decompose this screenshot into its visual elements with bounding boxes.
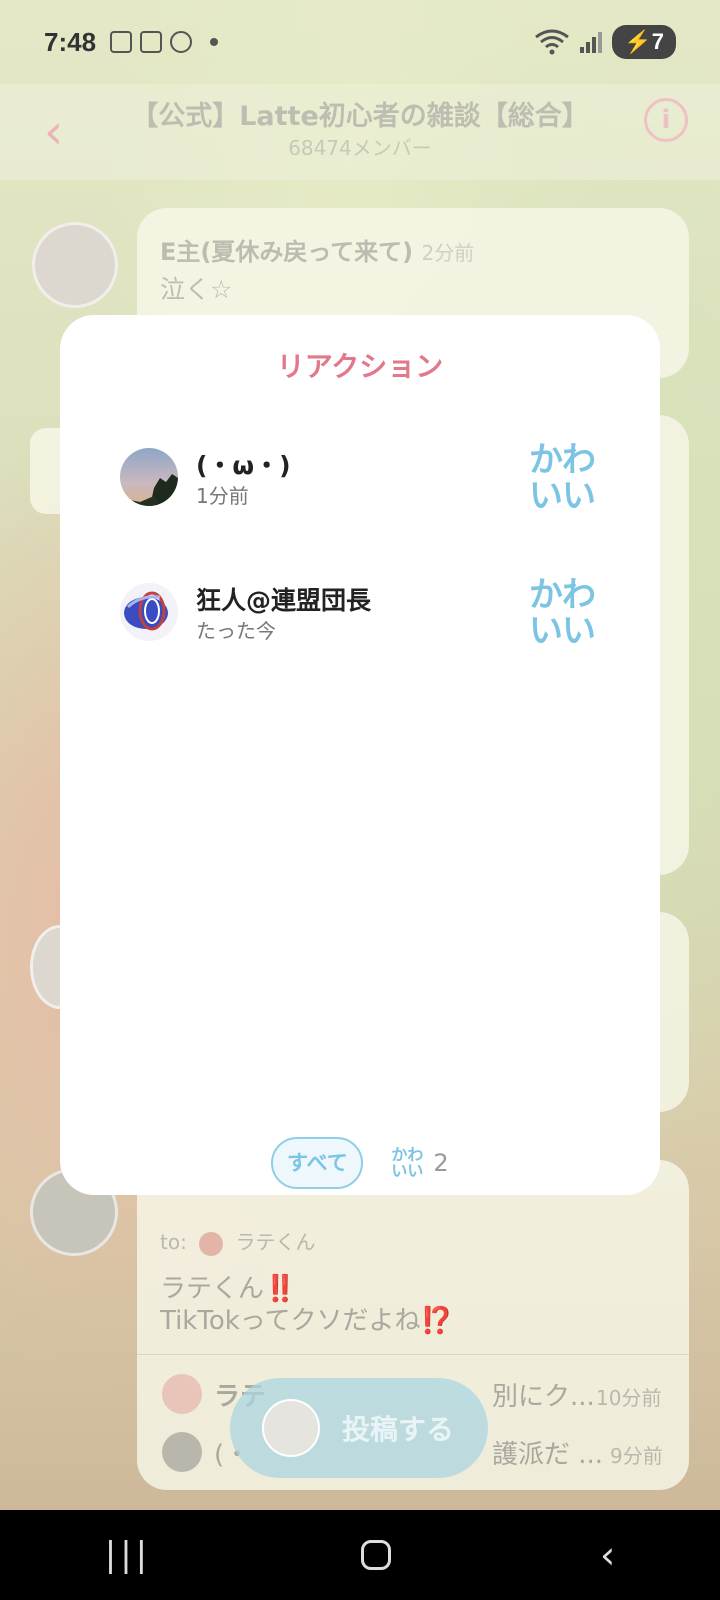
reaction-time: 1分前 xyxy=(196,484,249,508)
message-author: E主(夏休み戻って来て) 2分前 xyxy=(160,232,474,267)
message-text: 泣く☆ xyxy=(160,275,233,304)
badge-line-1: かわ xyxy=(529,575,596,615)
reply-to: to: ラテくん xyxy=(160,1226,316,1256)
post-button-label: 投稿する xyxy=(342,1413,455,1446)
message-time: 2分前 xyxy=(421,241,475,265)
badge-line-2: いい xyxy=(529,611,596,651)
post-button[interactable]: 投稿する xyxy=(230,1378,488,1478)
dot-icon xyxy=(210,38,219,46)
reaction-time: たった今 xyxy=(196,619,276,643)
wifi-icon xyxy=(535,29,570,55)
status-bar: 7:48 ⚡7 xyxy=(0,0,720,84)
divider xyxy=(137,1354,689,1355)
system-nav-bar: ||| ‹ xyxy=(0,1510,720,1600)
screenshot-icon xyxy=(110,31,133,53)
chat-header: ‹ 【公式】Latte初心者の雑談【総合】 68474メンバー i xyxy=(0,84,720,180)
post-avatar xyxy=(262,1399,320,1457)
tab-kawaii[interactable]: かわ いい 2 xyxy=(389,1147,448,1179)
badge-line-2: いい xyxy=(529,476,596,516)
member-count: 68474メンバー xyxy=(288,136,432,160)
message-author-name: E主(夏休み戻って来て) xyxy=(160,238,414,266)
reaction-filter-tabs: すべて かわ いい 2 xyxy=(60,1137,660,1189)
modal-title: リアクション xyxy=(276,350,444,383)
reaction-row[interactable]: (・ω・) 1分前 かわ いい xyxy=(120,442,600,520)
home-button[interactable] xyxy=(360,1540,391,1570)
thread-avatar xyxy=(162,1432,202,1472)
reaction-modal: リアクション (・ω・) 1分前 かわ いい 狂人@連盟団長 たった今 かわ い… xyxy=(60,315,660,1195)
battery-level: 7 xyxy=(651,29,664,54)
kawaii-reaction-badge: かわ いい xyxy=(524,577,600,649)
reply-avatar xyxy=(199,1231,224,1256)
kawaii-reaction-icon: かわ いい xyxy=(389,1147,425,1179)
kawaii-count: 2 xyxy=(433,1149,449,1177)
badge-line-1: かわ xyxy=(529,440,596,480)
avatar[interactable] xyxy=(32,222,118,308)
avatar[interactable] xyxy=(120,583,178,641)
thread-time: 10分前 xyxy=(596,1386,662,1410)
reaction-user-name: (・ω・) xyxy=(196,451,291,480)
status-notification-icons xyxy=(110,31,219,53)
room-title: 【公式】Latte初心者の雑談【総合】 xyxy=(131,101,589,132)
thread-time: 9分前 xyxy=(610,1444,663,1468)
kawaii-reaction-badge: かわ いい xyxy=(524,442,600,514)
thread-avatar xyxy=(162,1374,202,1414)
reaction-user-name: 狂人@連盟団長 xyxy=(196,586,372,615)
signal-icon xyxy=(580,32,603,53)
status-right: ⚡7 xyxy=(534,25,676,59)
reaction-row[interactable]: 狂人@連盟団長 たった今 かわ いい xyxy=(120,577,600,655)
battery-indicator: ⚡7 xyxy=(612,25,676,59)
room-info-button[interactable]: i xyxy=(644,98,688,142)
tab-all[interactable]: すべて xyxy=(271,1137,364,1189)
reply-to-label: to: xyxy=(160,1230,187,1254)
thread-preview-tail: 護派だ ... xyxy=(492,1440,604,1470)
reply-to-name: ラテくん xyxy=(235,1230,316,1254)
info-icon xyxy=(170,31,193,53)
news-icon xyxy=(140,31,163,53)
avatar[interactable] xyxy=(120,448,178,506)
back-button[interactable]: ‹ xyxy=(600,1533,615,1577)
recent-apps-button[interactable]: ||| xyxy=(105,1535,151,1575)
status-time: 7:48 xyxy=(44,26,97,57)
thread-preview-tail: 別にク... xyxy=(492,1382,595,1412)
message-line-2: TikTokってクソだよね⁉️ xyxy=(160,1306,453,1336)
kawaii-glyph-line-2: いい xyxy=(391,1161,424,1180)
